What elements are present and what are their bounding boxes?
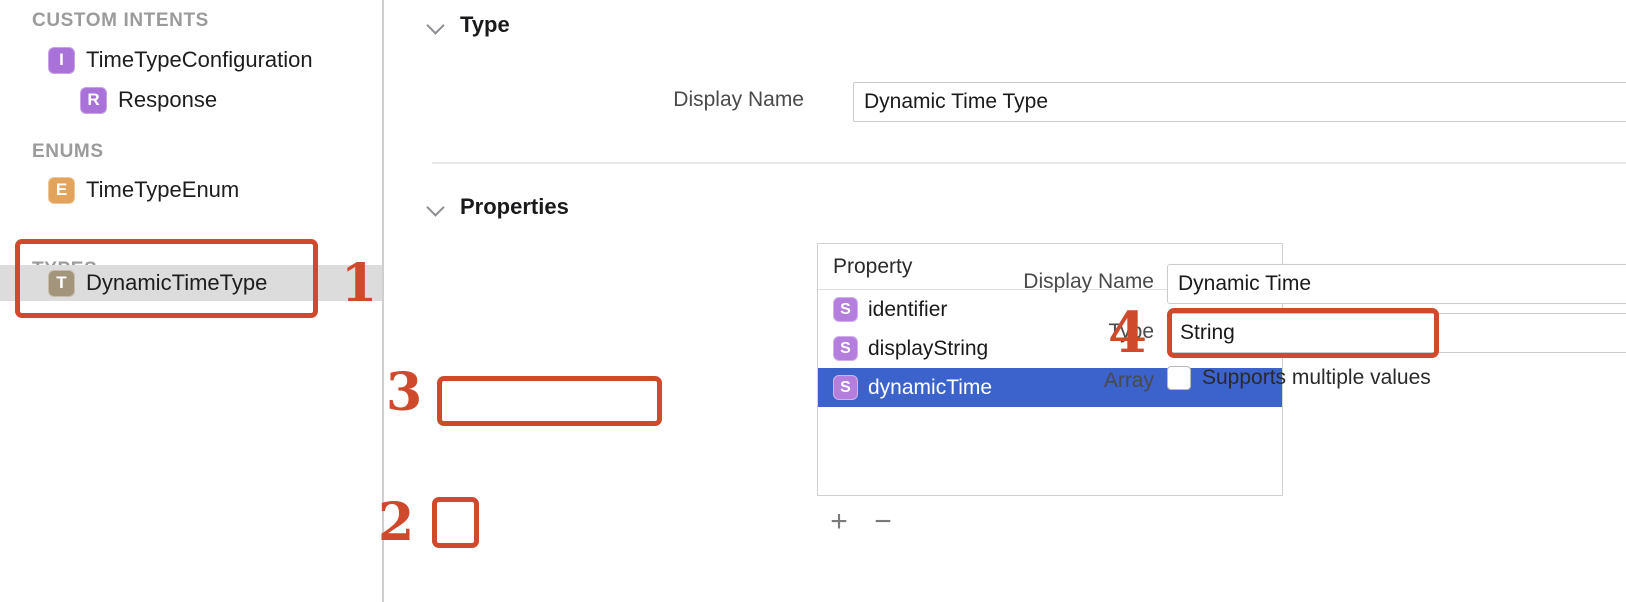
sidebar-item-timetypeconfiguration[interactable]: I TimeTypeConfiguration: [48, 42, 313, 78]
properties-table-footer: + −: [817, 496, 1283, 548]
property-name: displayString: [868, 336, 989, 360]
add-property-button[interactable]: +: [817, 500, 861, 544]
section-header-type[interactable]: Type: [426, 12, 510, 38]
section-title-properties: Properties: [460, 194, 569, 219]
property-type-value: String: [1180, 321, 1235, 344]
section-header-properties[interactable]: Properties: [426, 194, 569, 220]
property-name: identifier: [868, 297, 948, 321]
chevron-down-icon[interactable]: [426, 15, 446, 35]
section-divider: [432, 162, 1626, 164]
sidebar-item-label: TimeTypeEnum: [86, 177, 240, 202]
array-checkbox[interactable]: [1167, 366, 1191, 390]
string-badge-icon: S: [833, 375, 858, 400]
display-name-label: Display Name: [673, 88, 804, 111]
array-checkbox-label: Supports multiple values: [1202, 366, 1431, 389]
detail-editor-pane: Type Display Name Dynamic Time Type Prop…: [384, 0, 1626, 602]
navigator-sidebar: CUSTOM INTENTS I TimeTypeConfiguration R…: [0, 0, 383, 602]
property-display-name-value: Dynamic Time: [1178, 272, 1312, 295]
sidebar-item-label: DynamicTimeType: [86, 270, 268, 295]
property-array-label: Array: [1103, 369, 1154, 392]
type-badge-icon: T: [48, 269, 75, 297]
property-type-label: Type: [1108, 320, 1154, 343]
property-name: dynamicTime: [868, 375, 993, 399]
array-checkbox-row[interactable]: Supports multiple values: [1167, 366, 1431, 390]
sidebar-item-timetypeenum[interactable]: E TimeTypeEnum: [48, 172, 239, 208]
remove-property-button[interactable]: −: [861, 500, 905, 544]
sidebar-item-dynamictimetype[interactable]: T DynamicTimeType: [0, 265, 383, 301]
sidebar-group-header-custom-intents: CUSTOM INTENTS: [32, 10, 209, 31]
sidebar-group-header-enums: ENUMS: [32, 141, 104, 162]
property-display-name-label: Display Name: [1023, 270, 1154, 293]
string-badge-icon: S: [833, 336, 858, 361]
enum-badge-icon: E: [48, 176, 75, 204]
type-display-name-input[interactable]: Dynamic Time Type: [853, 82, 1626, 122]
property-type-popup[interactable]: String: [1167, 313, 1626, 353]
property-display-name-input[interactable]: Dynamic Time: [1167, 264, 1626, 304]
type-display-name-value: Dynamic Time Type: [864, 90, 1049, 113]
sidebar-item-label: TimeTypeConfiguration: [86, 47, 313, 72]
intent-badge-icon: I: [48, 46, 75, 74]
string-badge-icon: S: [833, 297, 858, 322]
sidebar-item-response[interactable]: R Response: [80, 82, 217, 118]
app-window: CUSTOM INTENTS I TimeTypeConfiguration R…: [0, 0, 1626, 602]
sidebar-item-label: Response: [118, 87, 218, 112]
section-title-type: Type: [460, 12, 510, 37]
chevron-down-icon[interactable]: [426, 197, 446, 217]
response-badge-icon: R: [80, 86, 107, 114]
